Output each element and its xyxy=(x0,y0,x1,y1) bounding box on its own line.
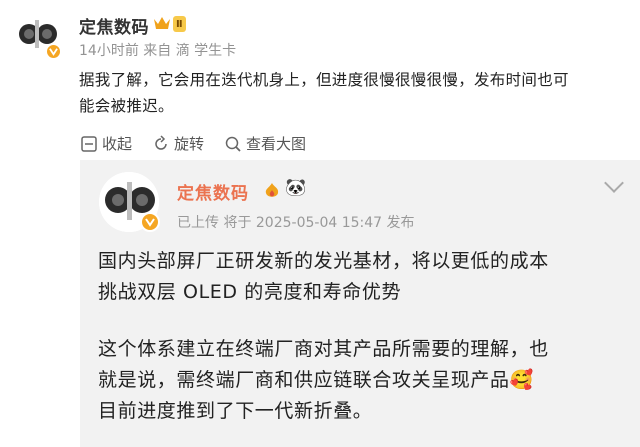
crown-icon xyxy=(153,15,171,35)
retweet-image[interactable]: 定焦数码 🐼 已上传 将于 2025-05-04 15:47 发布 国内头部屏厂… xyxy=(80,160,640,447)
rotate-label: 旋转 xyxy=(174,135,205,153)
post-time[interactable]: 14小时前 xyxy=(79,43,139,59)
retweet-body: 国内头部屏厂正研发新的发光基材，将以更低的成本 挑战双层 OLED 的亮度和寿命… xyxy=(98,246,628,427)
level-badge: Ⅱ xyxy=(173,16,186,32)
author-name[interactable]: 定焦数码 xyxy=(79,13,149,38)
rotate-icon xyxy=(155,134,167,150)
retweet-text-line: 国内头部屏厂正研发新的发光基材，将以更低的成本 xyxy=(98,250,549,272)
retweet-text-line: 目前进度推到了下一代新折叠。 xyxy=(98,400,373,422)
post-text-line: 能会被推迟。 xyxy=(79,97,174,115)
retweet-text-line: 就是说，需终端厂商和供应链联合攻关呈现产品🥰 xyxy=(98,365,628,396)
verified-badge-icon xyxy=(45,43,62,60)
post-meta: 14小时前 来自 滴 学生卡 xyxy=(79,40,236,60)
expand-chevron-icon[interactable] xyxy=(604,173,624,193)
retweet-text-span: 就是说，需终端厂商和供应链联合攻关呈现产品 xyxy=(98,369,510,391)
retweet-text-line: 这个体系建立在终端厂商对其产品所需要的理解，也 xyxy=(98,338,549,360)
post-source: 来自 滴 学生卡 xyxy=(143,43,237,59)
zoom-icon xyxy=(225,136,241,152)
post-text-line: 据我了解，它会用在迭代机身上，但进度很慢很慢很慢，发布时间也可 xyxy=(79,71,569,89)
level-badge-text: Ⅱ xyxy=(176,18,183,30)
rotate-button[interactable]: 旋转 xyxy=(152,133,204,154)
retweet-verified-icon xyxy=(140,212,160,232)
panda-emoji: 🐼 xyxy=(285,178,307,198)
image-actions: 收起 旋转 查看大图 xyxy=(80,133,326,154)
collapse-icon xyxy=(81,135,97,152)
fire-badge-icon xyxy=(262,182,282,204)
retweet-author-name[interactable]: 定焦数码 xyxy=(177,179,249,204)
view-large-label: 查看大图 xyxy=(246,135,307,153)
retweet-text-line: 挑战双层 OLED 的亮度和寿命优势 xyxy=(98,281,402,303)
collapse-button[interactable]: 收起 xyxy=(80,133,132,154)
retweet-meta: 已上传 将于 2025-05-04 15:47 发布 xyxy=(177,215,415,231)
smile-emoji: 🥰 xyxy=(509,369,534,391)
collapse-label: 收起 xyxy=(102,135,133,153)
post-body: 据我了解，它会用在迭代机身上，但进度很慢很慢很慢，发布时间也可 能会被推迟。 xyxy=(79,67,639,119)
view-large-button[interactable]: 查看大图 xyxy=(224,133,306,154)
